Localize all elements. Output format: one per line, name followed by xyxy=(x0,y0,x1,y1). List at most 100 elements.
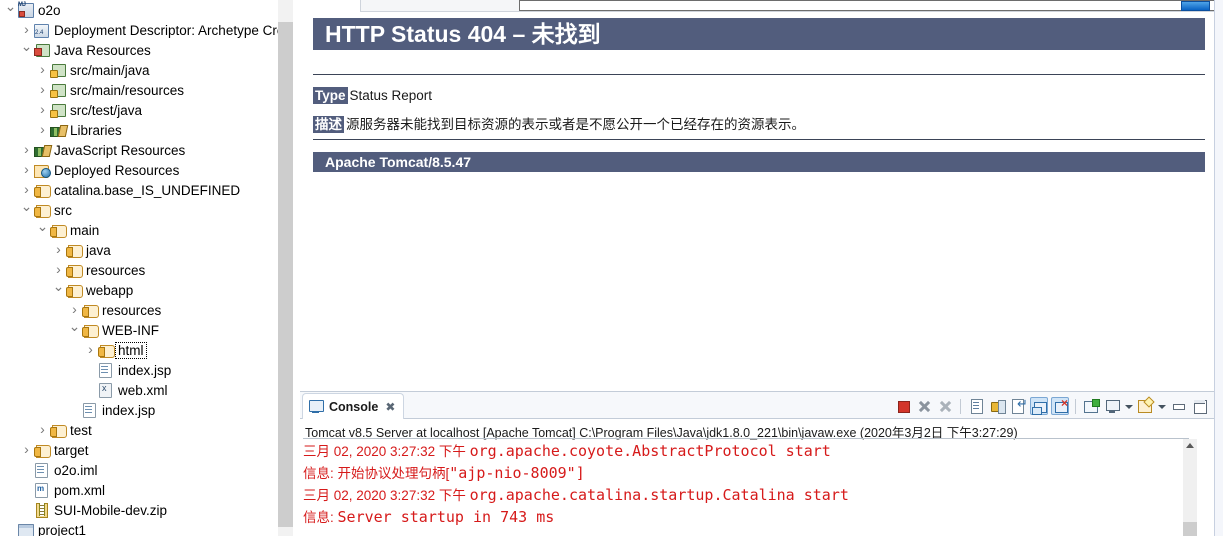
tree-item-src[interactable]: src xyxy=(0,200,278,220)
tree-item-pom-xml[interactable]: pom.xml xyxy=(0,480,278,500)
console-log-message: "ajp-nio-8009"] xyxy=(449,464,585,482)
show-console-on-output-button[interactable] xyxy=(1030,397,1048,415)
maximize-panel-button[interactable] xyxy=(1190,397,1208,415)
chevron-down-icon[interactable] xyxy=(36,219,49,242)
chevron-down-icon[interactable] xyxy=(68,319,81,342)
tree-item-label: WEB-INF xyxy=(102,322,159,338)
folder-icon xyxy=(33,442,51,458)
chevron-down-icon[interactable] xyxy=(20,199,33,222)
tree-item-label: src xyxy=(54,202,72,218)
remove-all-terminated-button[interactable] xyxy=(936,397,954,415)
tree-item-resources[interactable]: resources xyxy=(0,260,278,280)
close-icon[interactable]: ✖ xyxy=(385,400,395,414)
tree-item-o2o-iml[interactable]: o2o.iml xyxy=(0,460,278,480)
tree-item-index-jsp[interactable]: index.jsp xyxy=(0,400,278,420)
jsp-file-icon xyxy=(97,362,115,378)
folder-icon xyxy=(33,182,51,198)
console-output[interactable]: 三月 02, 2020 3:27:32 下午 org.apache.coyote… xyxy=(303,440,1189,536)
tree-item-java[interactable]: java xyxy=(0,240,278,260)
explorer-scrollbar-thumb[interactable] xyxy=(278,22,293,527)
tree-item-libraries[interactable]: Libraries xyxy=(0,120,278,140)
tree-item-o2o[interactable]: o2o xyxy=(0,0,278,20)
tree-item-src-main-resources[interactable]: src/main/resources xyxy=(0,80,278,100)
tree-item-test[interactable]: test xyxy=(0,420,278,440)
tree-item-javascript-resources[interactable]: JavaScript Resources xyxy=(0,140,278,160)
word-wrap-button[interactable] xyxy=(1009,396,1028,415)
console-toolbar[interactable] xyxy=(894,395,1208,417)
tree-item-label: web.xml xyxy=(118,382,168,398)
tree-item-target[interactable]: target xyxy=(0,440,278,460)
tree-item-label: pom.xml xyxy=(54,482,106,498)
tree-item-project1[interactable]: project1 xyxy=(0,520,278,536)
tree-item-index-jsp[interactable]: index.jsp xyxy=(0,360,278,380)
clear-console-button[interactable] xyxy=(967,397,985,415)
tree-item-java-resources[interactable]: Java Resources xyxy=(0,40,278,60)
chevron-right-icon[interactable] xyxy=(36,419,49,442)
open-console-dropdown[interactable] xyxy=(1157,397,1166,415)
tree-item-web-xml[interactable]: web.xml xyxy=(0,380,278,400)
source-package-icon xyxy=(49,62,67,78)
console-log-line: 信息: Server startup in 743 ms xyxy=(303,506,1189,528)
browser-address-input[interactable] xyxy=(519,0,1223,11)
console-tab-label: Console xyxy=(329,399,379,414)
tree-item-label: o2o.iml xyxy=(54,462,98,478)
display-selected-console-button[interactable] xyxy=(1103,397,1121,415)
console-scrollbar-track[interactable] xyxy=(1183,439,1197,528)
console-log-line: 三月 02, 2020 3:27:32 下午 org.apache.catali… xyxy=(303,484,1189,506)
tree-item-label: Java Resources xyxy=(54,42,151,58)
pin-console-button[interactable] xyxy=(1082,397,1100,415)
tree-item-label: html xyxy=(115,341,147,359)
chevron-down-icon[interactable] xyxy=(20,39,33,62)
tree-item-webapp[interactable]: webapp xyxy=(0,280,278,300)
scroll-lock-button[interactable] xyxy=(988,397,1006,415)
tree-item-deployed-resources[interactable]: Deployed Resources xyxy=(0,160,278,180)
file-icon xyxy=(33,462,51,478)
console-tab-bar: Console ✖ xyxy=(300,392,1214,419)
tree-item-resources[interactable]: resources xyxy=(0,300,278,320)
folder-icon xyxy=(65,242,83,258)
eclipse-ide-window: o2o Deployment Descriptor: Archetype Crea… xyxy=(0,0,1223,536)
tree-item-src-test-java[interactable]: src/test/java xyxy=(0,100,278,120)
tree-item-label: index.jsp xyxy=(102,402,156,418)
show-console-on-error-button[interactable] xyxy=(1051,396,1069,415)
scroll-up-arrow-icon[interactable] xyxy=(1186,443,1194,448)
tree-item-label: target xyxy=(54,442,89,458)
right-rail xyxy=(1214,0,1223,536)
error-type-row: Type Status Report xyxy=(313,87,432,104)
tab-console[interactable]: Console ✖ xyxy=(302,393,405,419)
console-log-prefix: 三月 02, 2020 3:27:32 下午 xyxy=(303,444,470,459)
console-scrollbar-thumb[interactable] xyxy=(1183,522,1197,536)
tree-item-sui-mobile-dev-zip[interactable]: SUI-Mobile-dev.zip xyxy=(0,500,278,520)
error-divider-bottom xyxy=(313,139,1207,140)
chevron-down-icon[interactable] xyxy=(4,0,17,22)
remove-launch-button[interactable] xyxy=(915,397,933,415)
folder-icon xyxy=(65,282,83,298)
tree-item-src-main-java[interactable]: src/main/java xyxy=(0,60,278,80)
project-explorer-tree[interactable]: o2o Deployment Descriptor: Archetype Crea… xyxy=(0,0,278,536)
source-package-icon xyxy=(49,82,67,98)
tree-item-main[interactable]: main xyxy=(0,220,278,240)
open-console-button[interactable] xyxy=(1136,397,1154,415)
chevron-down-icon[interactable] xyxy=(52,279,65,302)
tree-item-deployment-descriptor-archetype-crea[interactable]: Deployment Descriptor: Archetype Crea xyxy=(0,20,278,40)
tree-item-web-inf[interactable]: WEB-INF xyxy=(0,320,278,340)
terminate-button[interactable] xyxy=(894,397,912,415)
tree-item-catalina-base-is-undefined[interactable]: catalina.base_IS_UNDEFINED xyxy=(0,180,278,200)
browser-go-button[interactable] xyxy=(1181,1,1210,11)
tree-item-label: project1 xyxy=(38,522,87,536)
error-page-title: HTTP Status 404 – 未找到 xyxy=(313,18,1207,50)
jsp-file-icon xyxy=(81,402,99,418)
tree-item-label: src/test/java xyxy=(70,102,143,118)
display-selected-console-dropdown[interactable] xyxy=(1124,397,1133,415)
chevron-right-icon[interactable] xyxy=(36,119,49,142)
error-server-footer: Apache Tomcat/8.5.47 xyxy=(313,152,1207,172)
chevron-right-icon[interactable] xyxy=(20,439,33,462)
tree-item-html[interactable]: html xyxy=(0,340,278,360)
folder-icon xyxy=(33,202,51,218)
minimize-panel-button[interactable] xyxy=(1169,397,1187,415)
project-java-icon xyxy=(17,2,35,18)
chevron-right-icon[interactable] xyxy=(84,339,97,362)
error-description-label: 描述 xyxy=(313,116,344,133)
browser-tab-stub[interactable] xyxy=(293,0,361,12)
deployed-resources-icon xyxy=(33,162,51,178)
